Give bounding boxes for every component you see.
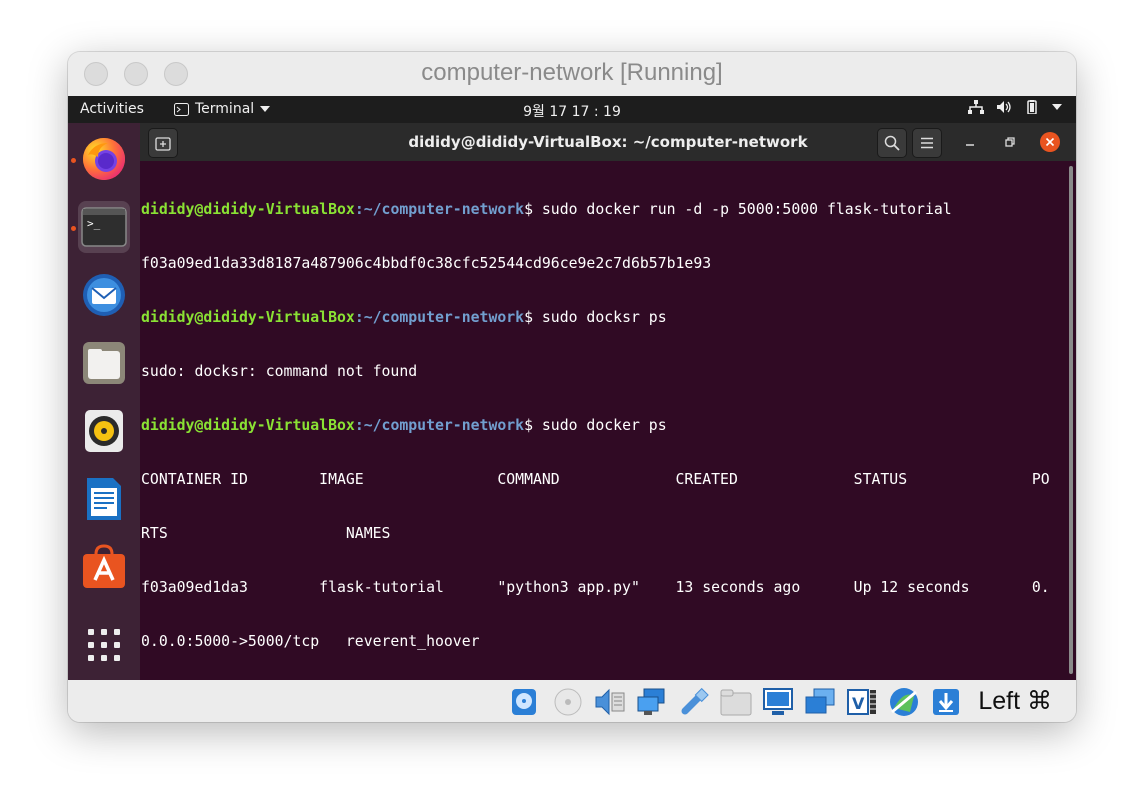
running-indicator (71, 226, 76, 231)
terminal-headerbar: dididy@dididy-VirtualBox: ~/computer-net… (140, 123, 1076, 161)
svg-text:>_: >_ (87, 217, 101, 230)
output-line: CONTAINER ID IMAGE COMMAND CREATED STATU… (141, 471, 1050, 488)
prompt-user: dididy@dididy-VirtualBox (141, 309, 355, 326)
close-button[interactable] (1036, 128, 1064, 156)
maximize-button[interactable] (996, 128, 1024, 156)
search-button[interactable] (877, 128, 907, 158)
ubuntu-top-bar: Activities Terminal 9월 17 17 : 19 (68, 96, 1076, 123)
download-icon[interactable] (930, 686, 962, 718)
output-line: sudo: docksr: command not found (141, 363, 418, 380)
output-line: 0.0.0:5000->5000/tcp reverent_hoover (141, 633, 480, 650)
prompt-path: :~/computer-network (354, 309, 525, 326)
command-text: $ sudo docker run -d -p 5000:5000 flask-… (524, 201, 952, 218)
shared-folders-icon[interactable] (720, 686, 752, 718)
output-line: RTS NAMES (141, 525, 391, 542)
hamburger-icon (921, 137, 933, 149)
optical-drive-icon[interactable] (552, 686, 584, 718)
terminal-scrollbar[interactable] (1069, 166, 1073, 674)
network-adapter-icon[interactable] (636, 686, 668, 718)
display-icon[interactable] (762, 686, 794, 718)
output-line: f03a09ed1da33d8187a487906c4bbdf0c38cfc52… (141, 255, 712, 272)
window-title: computer-network [Running] (421, 59, 723, 86)
svg-text:V: V (852, 694, 865, 713)
firefox-icon[interactable] (78, 133, 130, 185)
terminal-output[interactable]: dididy@dididy-VirtualBox:~/computer-netw… (140, 161, 1076, 680)
command-text: $ sudo docker ps (524, 417, 667, 434)
close-icon (1040, 132, 1060, 152)
software-icon[interactable] (78, 541, 130, 593)
terminal-icon[interactable]: >_ (78, 201, 130, 253)
ubuntu-dock: >_ (68, 123, 140, 680)
usb-icon[interactable] (678, 686, 710, 718)
battery-icon (1027, 100, 1037, 114)
command-text: $ sudo docksr ps (524, 309, 667, 326)
apps-grid-icon[interactable] (78, 619, 130, 671)
prompt-line: dididy@dididy-VirtualBox:~/computer-netw… (141, 417, 1076, 435)
prompt-path: :~/computer-network (354, 201, 525, 218)
guest-additions-icon[interactable] (888, 686, 920, 718)
restore-icon (1005, 137, 1015, 147)
minimize-button[interactable] (956, 128, 984, 156)
system-tray[interactable] (968, 100, 1062, 114)
prompt-line: dididy@dididy-VirtualBox:~/computer-netw… (141, 309, 1076, 327)
video-capture-icon[interactable] (804, 686, 836, 718)
virtualbox-window: computer-network [Running] Activities Te… (68, 52, 1076, 722)
system-menu-caret-icon (1052, 104, 1062, 110)
prompt-line: dididy@dididy-VirtualBox:~/computer-netw… (141, 201, 1076, 219)
guest-desktop: Activities Terminal 9월 17 17 : 19 >_ did… (68, 96, 1076, 680)
prompt-user: dididy@dididy-VirtualBox (141, 201, 355, 218)
virtualbox-status-bar: V Left ⌘ (68, 680, 1076, 722)
volume-icon (997, 101, 1011, 113)
prompt-user: dididy@dididy-VirtualBox (141, 417, 355, 434)
running-indicator (71, 158, 76, 163)
files-icon[interactable] (78, 337, 130, 389)
prompt-path: :~/computer-network (354, 417, 525, 434)
menu-button[interactable] (912, 128, 942, 158)
output-line: f03a09ed1da3 flask-tutorial "python3 app… (141, 579, 1050, 596)
search-icon (884, 135, 900, 151)
minimize-icon (966, 144, 974, 146)
mac-titlebar: computer-network [Running] (68, 52, 1076, 96)
network-icon (968, 100, 984, 114)
hard-disk-icon[interactable] (508, 686, 540, 718)
host-key-indicator: Left ⌘ (978, 687, 1052, 715)
recording-icon[interactable]: V (846, 686, 878, 718)
thunderbird-icon[interactable] (78, 269, 130, 321)
audio-icon[interactable] (594, 686, 626, 718)
rhythmbox-icon[interactable] (78, 405, 130, 457)
clock[interactable]: 9월 17 17 : 19 (68, 101, 1076, 121)
writer-icon[interactable] (78, 473, 130, 525)
